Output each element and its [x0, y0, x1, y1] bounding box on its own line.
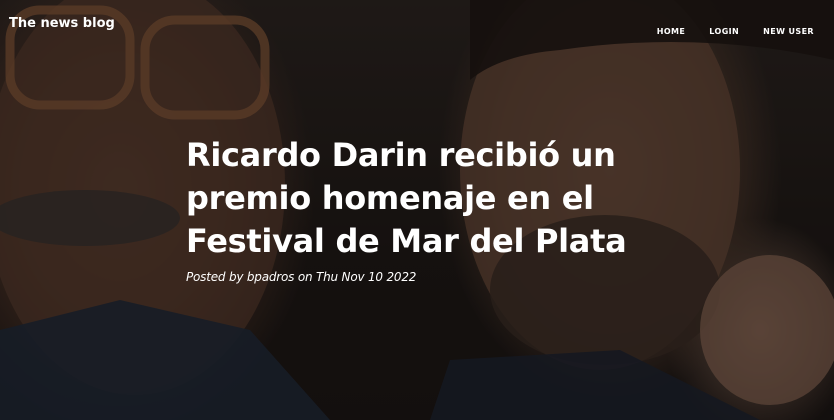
post-title-line-3: Festival de Mar del Plata	[186, 222, 627, 260]
nav-item-login: LOGIN	[709, 19, 739, 38]
brand-link[interactable]: The news blog	[9, 16, 115, 31]
post-meta: Posted by bpadros on Thu Nov 10 2022	[186, 270, 417, 284]
nav-item-new-user: NEW USER	[763, 19, 814, 38]
nav-item-home: HOME	[657, 19, 686, 38]
post-title-line-2: premio homenaje en el	[186, 179, 594, 217]
nav-link-new-user[interactable]: NEW USER	[763, 27, 814, 36]
post-title-line-1: Ricardo Darin recibió un	[186, 136, 616, 174]
nav-link-home[interactable]: HOME	[657, 27, 686, 36]
post-title: Ricardo Darin recibió un premio homenaje…	[186, 134, 746, 263]
nav-link-login[interactable]: LOGIN	[709, 27, 739, 36]
main-navbar: The news blog HOME LOGIN NEW USER	[0, 0, 834, 48]
masthead-header: The news blog HOME LOGIN NEW USER Ricard…	[0, 0, 834, 420]
post-heading: Ricardo Darin recibió un premio homenaje…	[186, 134, 746, 284]
nav-menu: HOME LOGIN NEW USER	[633, 19, 814, 38]
